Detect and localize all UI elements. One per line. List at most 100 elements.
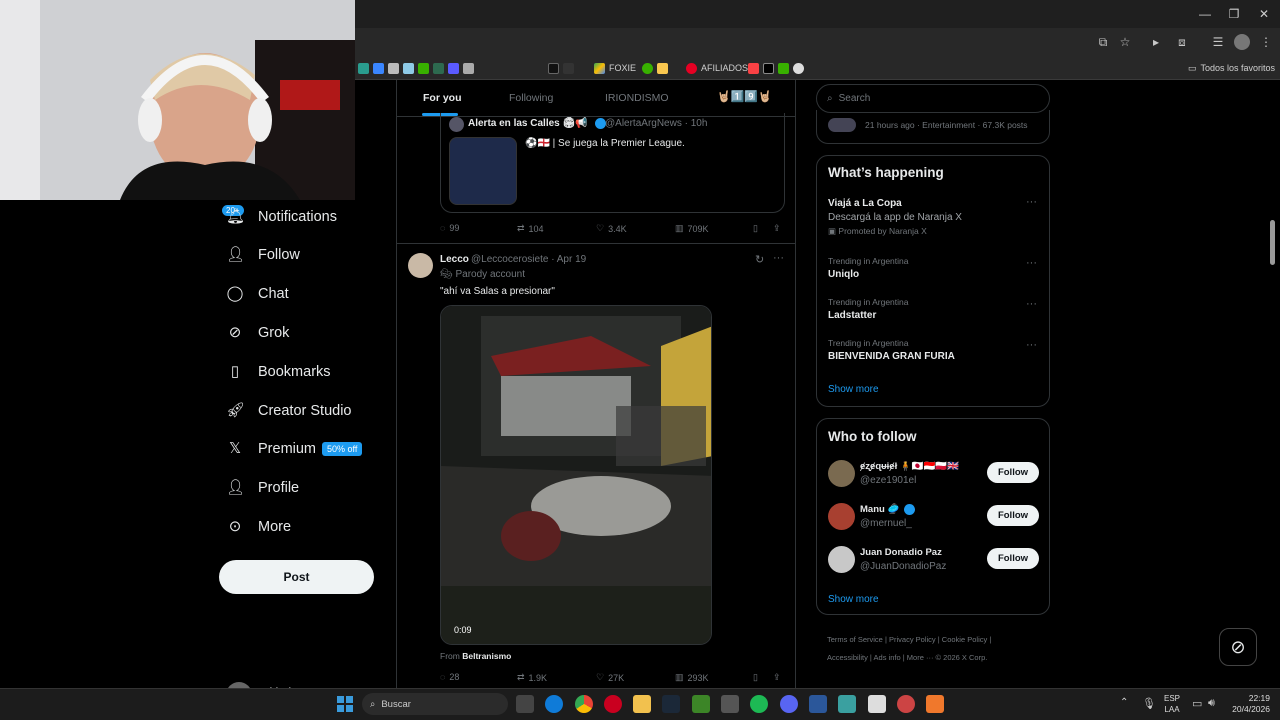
store-icon[interactable] [721,695,739,713]
nav-more[interactable]: ⊙ More [226,512,291,542]
video-source[interactable]: From Beltranismo [440,651,511,661]
more-dots-icon[interactable]: ··· [1026,196,1037,208]
show-more-link[interactable]: Show more [828,594,879,605]
network-icon[interactable]: ▭ [1192,697,1202,710]
avatar[interactable] [408,253,433,278]
menu-dots-icon[interactable]: ⋮ [1258,34,1274,50]
app-icon[interactable] [897,695,915,713]
scrollbar-thumb[interactable] [1270,220,1275,265]
tab-following[interactable]: Following [509,92,553,104]
app-icon[interactable] [838,695,856,713]
footer-link[interactable]: Privacy Policy [889,635,936,644]
footer-link[interactable]: Ads info [874,653,901,662]
avatar[interactable] [828,546,855,573]
bookmark-afiliados[interactable]: AFILIADOS [686,60,748,76]
nav-chat[interactable]: ◯ Chat [226,279,289,309]
footer-link[interactable]: More ··· [907,653,934,662]
view-count[interactable]: ▥ 293K [675,672,709,683]
bookmark-tweet-icon[interactable]: ▯ [753,223,758,234]
search-input[interactable]: ⌕ Search [816,84,1050,113]
volume-icon[interactable]: 🔊︎ [1208,697,1215,710]
avatar[interactable] [828,503,855,530]
discord-icon[interactable] [780,695,798,713]
all-bookmarks[interactable]: ▭ Todos los favoritos [1188,60,1275,76]
bookmark-icons-2[interactable] [642,60,668,76]
show-more-link[interactable]: Show more [828,384,879,395]
minimize-icon[interactable]: — [1197,6,1213,22]
share-icon[interactable]: ⇪ [773,223,781,234]
bookmark-foxie[interactable]: FOXIE [594,60,636,76]
nav-grok[interactable]: ⊘ Grok [226,318,290,348]
clock[interactable]: 22:19 20/4/2026 [1226,693,1270,715]
restore-icon[interactable]: ❐ [1226,6,1242,22]
nav-premium[interactable]: 𝕏 Premium [226,434,316,464]
star-icon[interactable]: ☆ [1117,34,1133,50]
view-count[interactable]: ▥ 709K [675,223,709,234]
install-icon[interactable]: ⧉ [1095,34,1111,50]
retweet-count[interactable]: ⇄ 104 [517,223,544,234]
active-app-icon[interactable] [926,695,944,713]
play-icon[interactable]: ▸ [1148,34,1164,50]
more-dots-icon[interactable]: ··· [1026,298,1037,310]
taskbar-search[interactable]: ⌕ Buscar [362,693,508,715]
nav-creator-studio[interactable]: 🚀︎ Creator Studio [226,396,352,426]
footer-link[interactable]: Terms of Service [827,635,883,644]
like-count[interactable]: ♡ 3.4K [596,223,627,234]
windows-start-icon[interactable] [337,696,353,712]
word-icon[interactable] [809,695,827,713]
chrome-icon[interactable] [575,695,593,713]
retweet-count[interactable]: ⇄ 1.9K [517,672,547,683]
xbox-icon[interactable] [692,695,710,713]
trend-item[interactable]: Trending in Argentina Ladstatter [828,297,909,321]
extensions-icon[interactable]: ⧈ [1174,34,1190,50]
nav-profile[interactable]: 👤︎ Profile [226,473,299,503]
trend-item[interactable]: Trending in Argentina BIENVENIDA GRAN FU… [828,338,955,362]
more-dots-icon[interactable]: ··· [773,252,784,264]
trend-top-card[interactable]: 21 hours ago · Entertainment · 67.3K pos… [816,110,1050,144]
microphone-icon[interactable]: 🎙︎ [1142,697,1156,710]
tweet-handle[interactable]: @Leccocerosiete · Apr 19 [471,254,586,265]
nav-bookmarks[interactable]: ▯ Bookmarks [226,357,331,387]
language-indicator[interactable]: ESP LAA [1164,693,1180,715]
close-icon[interactable]: ✕ [1256,6,1272,22]
quoted-tweet[interactable]: Alerta en las Calles 🏟📢 @AlertaArgNews ·… [440,113,785,213]
footer-link[interactable]: Cookie Policy [942,635,987,644]
reply-count[interactable]: ◌ 99 [440,223,459,233]
task-view-icon[interactable] [516,695,534,713]
more-dots-icon[interactable]: ··· [1026,257,1037,269]
tab-for-you[interactable]: For you [423,92,462,104]
follow-button[interactable]: Follow [987,462,1039,483]
steam-icon[interactable] [662,695,680,713]
grok-tweet-icon[interactable]: ↻ [755,253,764,266]
footer-link[interactable]: Accessibility [827,653,868,662]
chevron-up-icon[interactable]: ⌃ [1120,697,1128,708]
edge-icon[interactable] [545,695,563,713]
file-explorer-icon[interactable] [633,695,651,713]
avatar[interactable] [828,460,855,487]
tab-iriondismo[interactable]: IRIONDISMO [605,92,669,104]
tab-custom[interactable]: 🤘🏼1️⃣9️⃣🤘🏼 [717,90,772,103]
follow-button[interactable]: Follow [987,548,1039,569]
promo-trend[interactable]: Viajá a La Copa Descargá la app de Naran… [828,198,1043,237]
spotify-icon[interactable] [750,695,768,713]
tab-search-icon[interactable]: ☰ [1210,34,1226,50]
opera-icon[interactable] [604,695,622,713]
like-count[interactable]: ♡ 27K [596,672,624,683]
capcut-icon[interactable] [868,695,886,713]
profile-avatar-icon[interactable] [1234,34,1250,50]
grok-float-button[interactable]: ⊘ [1219,628,1257,666]
nav-follow[interactable]: 👤︎ Follow [226,240,300,270]
bookmark-icons[interactable] [358,60,474,76]
tweet-video[interactable]: 0:09 [440,305,712,645]
bookmark-misc[interactable] [548,60,574,76]
share-icon[interactable]: ⇪ [773,672,781,683]
nav-notifications[interactable]: 🔔︎ Notifications [226,202,337,232]
trend-item[interactable]: Trending in Argentina Uniqlo [828,256,909,280]
tweet-author[interactable]: Lecco [440,254,469,265]
post-button[interactable]: Post [219,560,374,594]
bookmark-icons-3[interactable] [748,60,804,76]
bookmark-tweet-icon[interactable]: ▯ [753,672,758,683]
reply-count[interactable]: ◌ 28 [440,672,459,682]
more-dots-icon[interactable]: ··· [1026,339,1037,351]
follow-button[interactable]: Follow [987,505,1039,526]
